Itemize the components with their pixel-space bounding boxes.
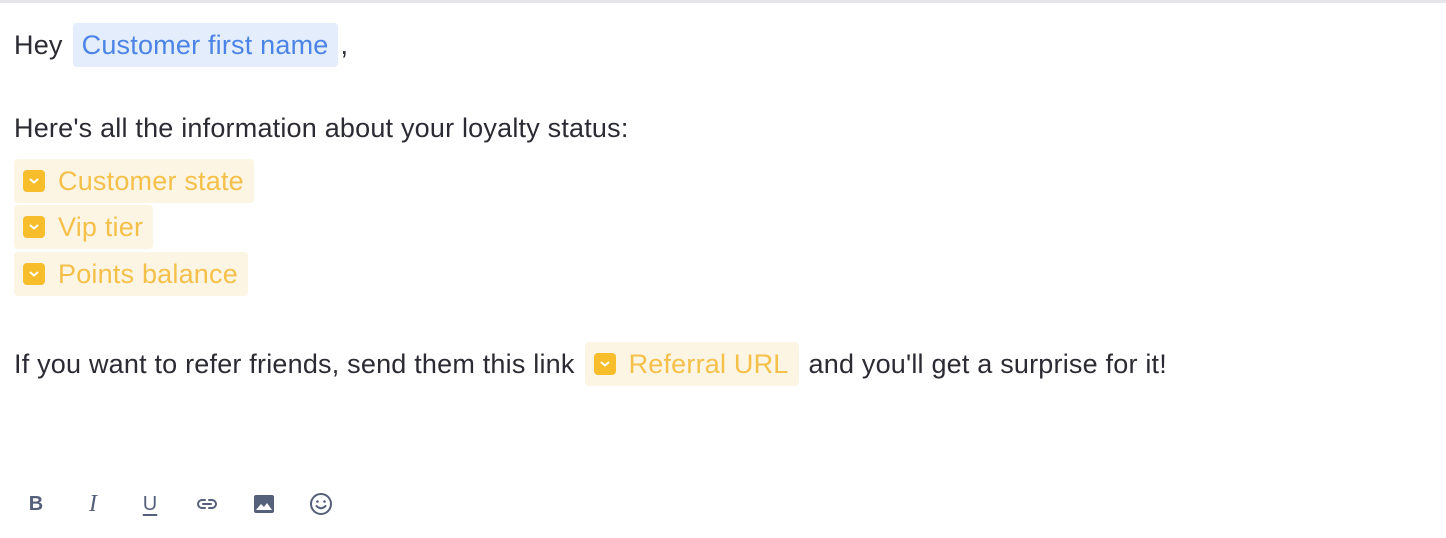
variable-chevron-icon xyxy=(593,353,616,375)
image-icon xyxy=(253,494,275,514)
loyalty-line-1: Customer state xyxy=(14,159,254,203)
variable-chevron-icon xyxy=(23,216,45,238)
variable-customer-first-name[interactable]: Customer first name xyxy=(72,23,338,67)
referral-prefix-text: If you want to refer friends, send them … xyxy=(14,348,575,379)
loyalty-line-3: Points balance xyxy=(14,252,248,296)
referral-line: If you want to refer friends, send them … xyxy=(14,342,1167,386)
link-icon xyxy=(195,497,219,511)
underline-icon: U xyxy=(142,492,158,515)
bold-button[interactable]: B xyxy=(22,488,50,520)
variable-label: Vip tier xyxy=(58,211,144,242)
variable-label: Referral URL xyxy=(628,348,789,379)
variable-label: Points balance xyxy=(58,258,238,289)
variable-label: Customer state xyxy=(58,165,244,196)
variable-chevron-icon xyxy=(23,170,45,192)
emoji-icon xyxy=(309,492,333,516)
intro-line: Here's all the information about your lo… xyxy=(14,113,629,144)
variable-chevron-icon xyxy=(23,263,45,285)
variable-referral-url[interactable]: Referral URL xyxy=(584,342,799,386)
link-button[interactable] xyxy=(193,488,221,520)
message-editor[interactable]: Hey Customer first name , Here's all the… xyxy=(14,0,1434,538)
intro-text: Here's all the information about your lo… xyxy=(14,113,629,143)
variable-customer-state[interactable]: Customer state xyxy=(14,159,254,203)
variable-label: Customer first name xyxy=(81,29,329,60)
formatting-toolbar: B I U xyxy=(22,488,364,520)
variable-vip-tier[interactable]: Vip tier xyxy=(14,205,154,249)
image-button[interactable] xyxy=(250,488,278,520)
underline-button[interactable]: U xyxy=(136,488,164,520)
greeting-comma: , xyxy=(340,29,349,60)
loyalty-line-2: Vip tier xyxy=(14,205,154,249)
italic-icon: I xyxy=(89,490,97,517)
italic-button[interactable]: I xyxy=(79,488,107,520)
referral-suffix-text: and you'll get a surprise for it! xyxy=(808,348,1167,379)
variable-points-balance[interactable]: Points balance xyxy=(14,252,248,296)
greeting-text: Hey xyxy=(14,29,63,60)
emoji-button[interactable] xyxy=(307,488,335,520)
greeting-line: Hey Customer first name , xyxy=(14,23,348,67)
bold-icon: B xyxy=(28,492,44,515)
